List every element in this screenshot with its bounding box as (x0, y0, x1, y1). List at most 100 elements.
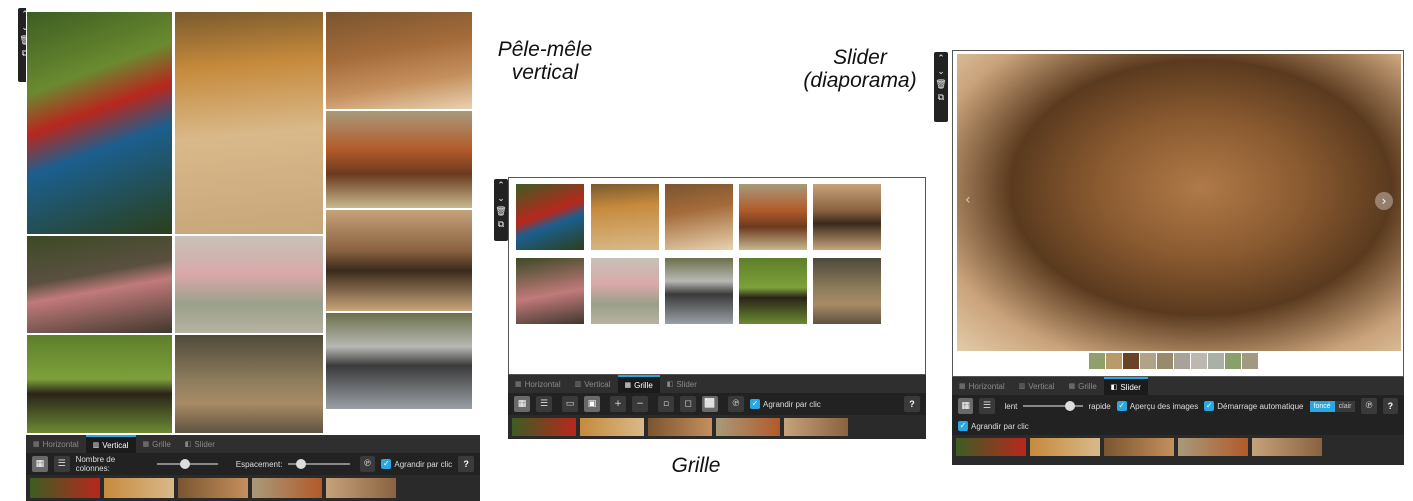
move-down-icon[interactable]: ⌄ (935, 67, 947, 77)
thumbnail[interactable] (648, 418, 712, 436)
photo-capuchin[interactable] (326, 210, 472, 311)
photo-gibbon[interactable] (591, 258, 659, 324)
tab-grid[interactable]: ▦ Grille (136, 435, 178, 453)
photo-red-panda[interactable] (326, 111, 472, 208)
photo-red-panda[interactable] (739, 184, 807, 250)
trash-icon[interactable]: 🗑 (935, 80, 947, 90)
image-fit-button[interactable]: ▭ (562, 396, 578, 412)
photo-gorilla[interactable] (665, 258, 733, 324)
photo-tiger[interactable] (175, 12, 323, 234)
tab-grid[interactable]: ▦ Grille (617, 375, 660, 393)
thumbnail[interactable] (512, 418, 576, 436)
help-button[interactable]: ? (458, 456, 474, 472)
tab-slider[interactable]: ◧ Slider (660, 375, 704, 393)
preview-thumbnail[interactable] (1157, 353, 1173, 369)
duplicate-icon[interactable]: ⧉ (495, 220, 507, 230)
move-up-icon[interactable]: ⌃ (935, 54, 947, 64)
move-up-icon[interactable]: ⌃ (495, 181, 507, 191)
tab-vertical[interactable]: ▥ Vertical (568, 375, 618, 393)
size-small-button[interactable]: ▫ (658, 396, 674, 412)
remove-column-button[interactable]: − (632, 396, 648, 412)
list-view-button[interactable]: ☰ (536, 396, 552, 412)
tab-vertical[interactable]: ▥ Vertical (1012, 377, 1062, 395)
photo-macaw[interactable] (27, 12, 172, 234)
preview-thumbnail[interactable] (1208, 353, 1224, 369)
photo-chimp[interactable] (739, 258, 807, 324)
duplicate-icon[interactable]: ⧉ (935, 93, 947, 103)
enlarge-checkbox[interactable]: ✓ Agrandir par clic (381, 459, 452, 469)
slider-settings-panel: ▦ Horizontal ▥ Vertical ▦ Grille ◧ Slider ▦ … (952, 377, 1404, 465)
thumbnail[interactable] (1178, 438, 1248, 456)
size-medium-button[interactable]: ◻ (680, 396, 696, 412)
pinterest-button[interactable]: ℗ (359, 456, 376, 472)
image-crop-button[interactable]: ▣ (584, 396, 600, 412)
layout-tabs: ▦ Horizontal ▥ Vertical ▦ Grille ◧ Slider (952, 377, 1404, 395)
block-toolbar: ⌃ ⌄ 🗑 ⧉ (494, 179, 508, 241)
thumbnail[interactable] (784, 418, 848, 436)
photo-gorilla[interactable] (326, 313, 472, 409)
preview-thumbnail[interactable] (1089, 353, 1105, 369)
photo-elephant[interactable] (813, 258, 881, 324)
thumbnail[interactable] (1030, 438, 1100, 456)
theme-light-button[interactable]: clair (1334, 400, 1356, 412)
tab-horizontal[interactable]: ▦ Horizontal (26, 435, 86, 453)
photo-lion[interactable] (326, 12, 472, 109)
theme-dark-button[interactable]: foncé (1309, 400, 1335, 412)
photo-hippo[interactable] (516, 258, 584, 324)
thumbnail[interactable] (716, 418, 780, 436)
enlarge-checkbox[interactable]: ✓ Agrandir par clic (750, 399, 821, 409)
tab-grid[interactable]: ▦ Grille (1062, 377, 1104, 395)
tab-slider[interactable]: ◧ Slider (1103, 377, 1148, 395)
preview-thumbnail[interactable] (1225, 353, 1241, 369)
tab-vertical[interactable]: ▥ Vertical (85, 435, 136, 453)
preview-thumbnail[interactable] (1174, 353, 1190, 369)
preview-thumbnail[interactable] (1123, 353, 1139, 369)
grid-view-button[interactable]: ▦ (958, 398, 974, 414)
size-large-button[interactable]: ⬜ (702, 396, 718, 412)
preview-thumbnail[interactable] (1106, 353, 1122, 369)
photo-gibbon[interactable] (175, 236, 323, 333)
help-button[interactable]: ? (904, 396, 920, 412)
thumbnail[interactable] (1252, 438, 1322, 456)
grid-view-button[interactable]: ▦ (514, 396, 530, 412)
pinterest-button[interactable]: ℗ (1361, 398, 1377, 414)
slide-lion[interactable]: ‹ › (957, 54, 1401, 351)
list-view-button[interactable]: ☰ (979, 398, 995, 414)
tab-slider[interactable]: ◧ Slider (178, 435, 222, 453)
add-column-button[interactable]: + (610, 396, 626, 412)
photo-macaw[interactable] (516, 184, 584, 250)
grid-view-button[interactable]: ▦ (32, 456, 48, 472)
help-button[interactable]: ? (1382, 398, 1398, 414)
thumbnail[interactable] (178, 478, 248, 498)
thumbnail[interactable] (1104, 438, 1174, 456)
photo-chimp[interactable] (27, 335, 172, 433)
list-view-button[interactable]: ☰ (53, 456, 70, 472)
thumbnail[interactable] (326, 478, 396, 498)
columns-slider[interactable] (156, 458, 218, 470)
photo-elephant[interactable] (175, 335, 323, 433)
thumbnail[interactable] (580, 418, 644, 436)
thumbnail[interactable] (104, 478, 174, 498)
thumbnail[interactable] (252, 478, 322, 498)
tab-horizontal[interactable]: ▦ Horizontal (508, 375, 568, 393)
thumbnail[interactable] (30, 478, 100, 498)
photo-capuchin[interactable] (813, 184, 881, 250)
previous-slide-icon[interactable]: ‹ (965, 192, 971, 208)
tab-horizontal[interactable]: ▦ Horizontal (952, 377, 1012, 395)
move-down-icon[interactable]: ⌄ (495, 194, 507, 204)
preview-checkbox[interactable]: ✓ Aperçu des images (1116, 401, 1198, 411)
preview-thumbnail[interactable] (1191, 353, 1207, 369)
autostart-checkbox[interactable]: ✓ Démarrage automatique (1204, 401, 1304, 411)
spacing-slider[interactable] (288, 458, 350, 470)
trash-icon[interactable]: 🗑 (495, 207, 507, 217)
preview-thumbnail[interactable] (1140, 353, 1156, 369)
pinterest-button[interactable]: ℗ (728, 396, 744, 412)
photo-hippo[interactable] (27, 236, 172, 333)
photo-tiger[interactable] (591, 184, 659, 250)
enlarge-checkbox[interactable]: ✓ Agrandir par clic (958, 421, 1029, 431)
next-slide-icon[interactable]: › (1375, 192, 1393, 210)
speed-slider[interactable] (1023, 400, 1083, 412)
photo-lion[interactable] (665, 184, 733, 250)
thumbnail[interactable] (956, 438, 1026, 456)
preview-thumbnail[interactable] (1242, 353, 1258, 369)
